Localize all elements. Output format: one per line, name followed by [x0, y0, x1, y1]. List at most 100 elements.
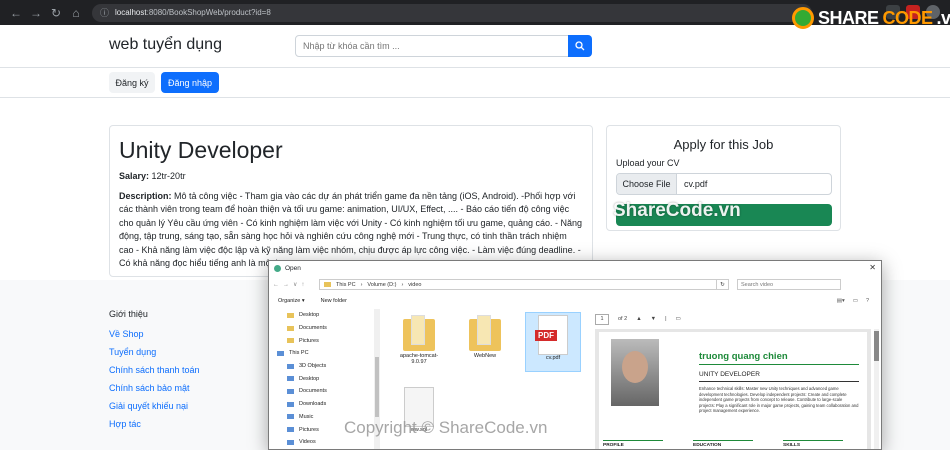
- watermark-bottom: Copyright © ShareCode.vn: [344, 418, 548, 437]
- cv-role: UNITY DEVELOPER: [699, 371, 760, 378]
- cv-file-input[interactable]: Choose File cv.pdf: [616, 173, 832, 195]
- folder-icon: [324, 282, 331, 287]
- job-title: Unity Developer: [119, 137, 283, 163]
- scrollbar-thumb[interactable]: [874, 331, 879, 361]
- job-card: Unity Developer Salary: 12tr-20tr Descri…: [109, 125, 593, 277]
- page-count: of 2: [618, 316, 628, 322]
- cv-section-skills: SKILLS: [783, 440, 843, 448]
- tree-item[interactable]: Downloads: [277, 398, 377, 411]
- page-number-input[interactable]: 1: [595, 313, 609, 325]
- salary: Salary: 12tr-20tr: [119, 171, 583, 181]
- cv-photo: [611, 339, 659, 406]
- view-options-icon[interactable]: ▤▾: [837, 298, 845, 304]
- pdf-page: truong quang chien UNITY DEVELOPER Enhan…: [599, 332, 867, 449]
- download-icon: [287, 401, 294, 407]
- desktop-icon: [287, 376, 294, 382]
- tree-item[interactable]: Documents: [277, 385, 377, 398]
- tree-item[interactable]: Documents: [277, 322, 377, 335]
- reload-icon[interactable]: ↻: [46, 6, 66, 20]
- home-icon[interactable]: ⌂: [66, 6, 86, 20]
- path-segment[interactable]: This PC: [336, 282, 356, 288]
- folder-icon: [467, 313, 503, 353]
- logo-text-vn: .vn: [936, 7, 950, 28]
- file-item[interactable]: apache-tomcat-9.0.97: [393, 313, 445, 365]
- brand-title[interactable]: web tuyển dụng: [109, 36, 222, 54]
- tree-item[interactable]: Pictures: [277, 334, 377, 347]
- path-segment[interactable]: video: [408, 282, 421, 288]
- page-down-icon[interactable]: ▼: [651, 316, 656, 322]
- folder-icon: [287, 312, 294, 318]
- search-input[interactable]: [295, 35, 569, 57]
- watermark-center: ShareCode.vn: [613, 200, 741, 221]
- dialog-titlebar: Open: [269, 261, 881, 276]
- register-button[interactable]: Đăng ký: [109, 72, 155, 93]
- dialog-address-row: ←→∨↑ This PC › Volume (D:) › video ↻ Searc…: [269, 277, 881, 292]
- preview-scrollbar[interactable]: [874, 329, 879, 449]
- fit-page-icon[interactable]: ▭: [676, 316, 681, 322]
- cv-section-profile: PROFILE: [603, 440, 663, 448]
- job-description: Description: Mô tả công việc - Tham gia …: [119, 190, 583, 270]
- cube-icon: [287, 363, 294, 369]
- chosen-file-name: cv.pdf: [684, 179, 708, 189]
- tree-item[interactable]: 3D Objects: [277, 360, 377, 373]
- footer-link[interactable]: Giải quyết khiếu nại: [109, 401, 200, 419]
- site-header: web tuyển dụng: [0, 25, 950, 68]
- chrome-icon: [274, 265, 281, 272]
- search-button[interactable]: [568, 35, 592, 57]
- footer-link[interactable]: Chính sách bảo mật: [109, 383, 200, 401]
- separator: |: [665, 316, 667, 322]
- url-host: localhost: [115, 8, 147, 17]
- apply-title: Apply for this Job: [673, 137, 774, 152]
- dialog-path-bar[interactable]: This PC › Volume (D:) › video: [319, 279, 717, 290]
- computer-icon: [277, 350, 284, 356]
- cv-summary: Enhance technical skills: Master new Uni…: [699, 386, 859, 414]
- tree-item[interactable]: Desktop: [277, 372, 377, 385]
- cv-divider: [699, 381, 859, 382]
- footer-links: Về Shop Tuyển dụng Chính sách thanh toán…: [109, 329, 200, 437]
- forward-icon[interactable]: →: [26, 6, 46, 20]
- footer-link[interactable]: Hợp tác: [109, 419, 200, 437]
- tree-item[interactable]: Desktop: [277, 309, 377, 322]
- documents-icon: [287, 388, 294, 394]
- address-bar[interactable]: ⓘ localhost :8080/BookShopWeb/product?id…: [92, 3, 812, 22]
- preview-toolbar: 1 of 2 ▲ ▼ | ▭: [595, 313, 875, 325]
- dialog-nav-arrows-icon[interactable]: ←→∨↑: [269, 281, 315, 288]
- preview-pane-icon[interactable]: ▭: [853, 298, 858, 304]
- dialog-search-input[interactable]: Search video: [737, 279, 841, 290]
- description-text: Mô tả công việc - Tham gia vào các dự án…: [119, 191, 583, 269]
- salary-value: 12tr-20tr: [151, 171, 186, 181]
- logo-text-code: CODE: [882, 7, 934, 28]
- site-info-icon[interactable]: ⓘ: [100, 6, 109, 19]
- sharecode-logo-icon: [792, 7, 814, 29]
- file-item[interactable]: PDF cv.pdf: [527, 315, 579, 361]
- choose-file-button[interactable]: Choose File: [617, 174, 677, 194]
- pdf-preview: truong quang chien UNITY DEVELOPER Enhan…: [595, 329, 871, 449]
- refresh-icon[interactable]: ↻: [717, 279, 729, 290]
- pictures-icon: [287, 427, 294, 433]
- help-icon[interactable]: ?: [866, 298, 869, 304]
- sharecode-logo: SHARECODE.vn: [792, 7, 950, 29]
- folder-icon: [287, 338, 294, 344]
- tree-item[interactable]: This PC: [277, 347, 377, 360]
- cv-name: truong quang chien: [699, 351, 788, 362]
- logo-text-share: SHARE: [818, 7, 879, 28]
- dialog-title: Open: [285, 265, 301, 272]
- footer-link[interactable]: Tuyển dụng: [109, 347, 200, 365]
- scrollbar-thumb[interactable]: [375, 357, 379, 417]
- organize-button[interactable]: Organize ▾: [278, 298, 305, 304]
- footer-link[interactable]: Chính sách thanh toán: [109, 365, 200, 383]
- page-up-icon[interactable]: ▲: [636, 316, 641, 322]
- search-icon: [575, 41, 585, 51]
- new-folder-button[interactable]: New folder: [321, 298, 347, 304]
- path-segment[interactable]: Volume (D:): [367, 282, 396, 288]
- close-icon[interactable]: ✕: [869, 263, 876, 272]
- video-icon: [287, 439, 294, 445]
- login-button[interactable]: Đăng nhập: [161, 72, 219, 93]
- upload-label: Upload your CV: [616, 158, 680, 168]
- file-item[interactable]: WebNew: [459, 313, 511, 359]
- dialog-toolbar: Organize ▾ New folder ▤▾ ▭ ?: [269, 294, 881, 307]
- footer-link[interactable]: Về Shop: [109, 329, 200, 347]
- pdf-file-icon: PDF: [535, 315, 568, 355]
- description-label: Description:: [119, 191, 172, 201]
- back-icon[interactable]: ←: [6, 6, 26, 20]
